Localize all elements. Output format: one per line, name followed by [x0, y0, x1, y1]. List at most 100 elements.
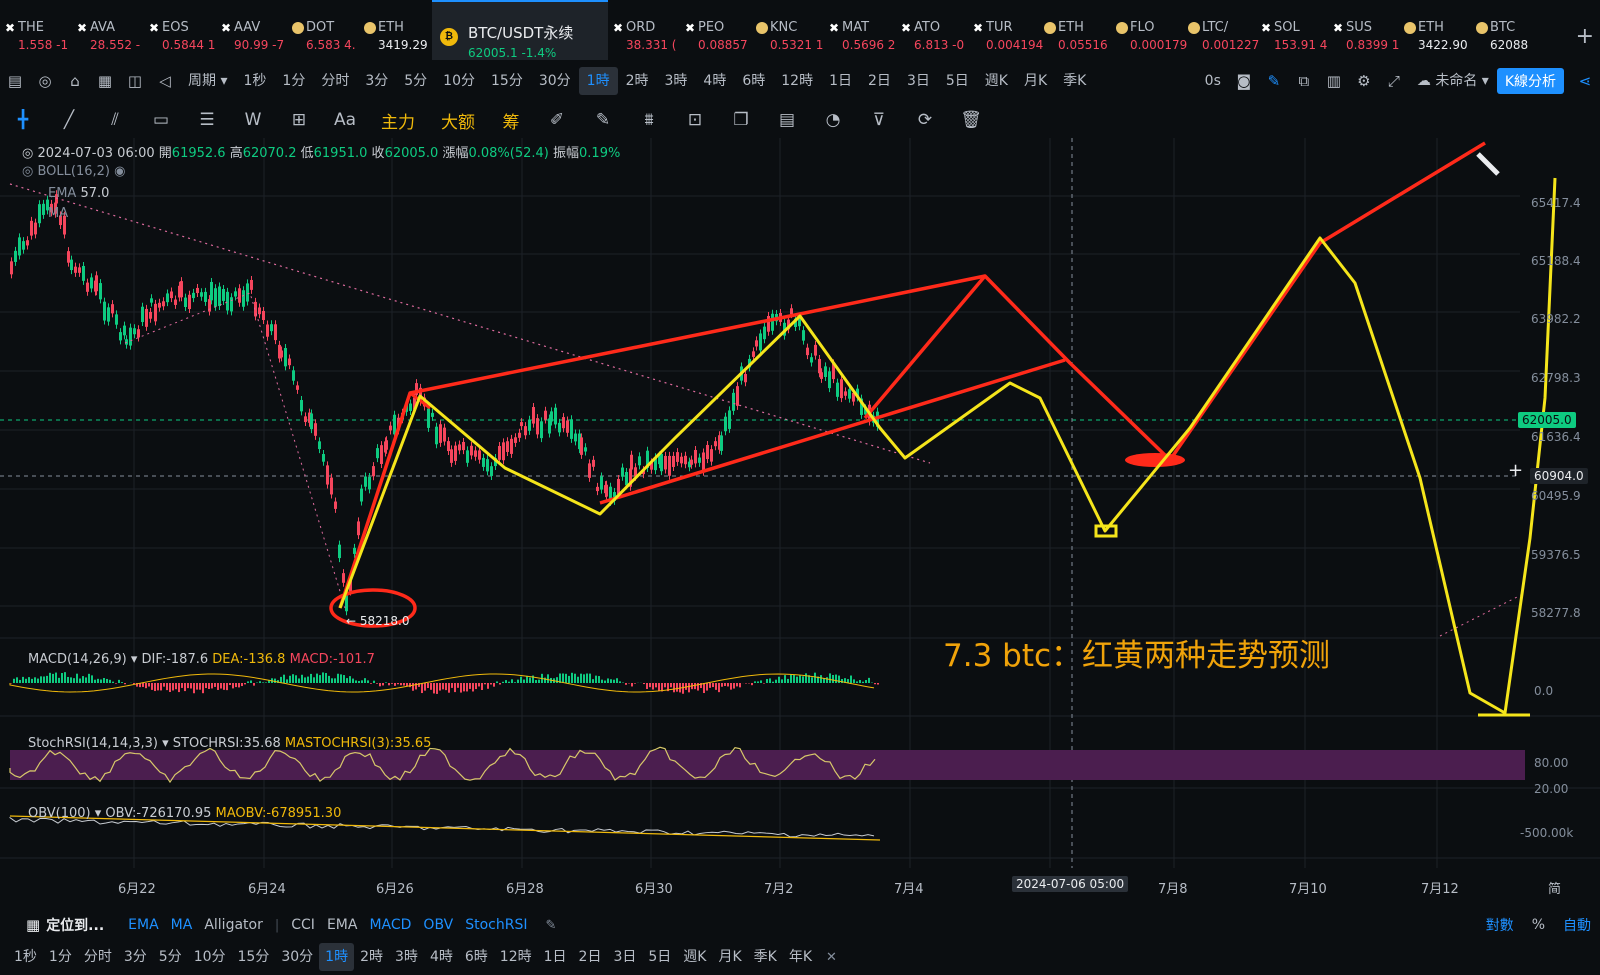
interval-14[interactable]: 1日 [821, 67, 860, 95]
fib-tool-icon[interactable]: ☰ [184, 110, 230, 130]
compare-tool-icon[interactable]: ⩩ [626, 110, 672, 130]
interval-19[interactable]: 月K [1016, 67, 1055, 95]
ticker-tab[interactable]: ✖ ORD 38.331 ( [608, 0, 680, 60]
interval-6[interactable]: 15分 [483, 67, 531, 95]
ticker-tab[interactable]: ✖ THE 1.558 -1 [0, 0, 72, 60]
channel-tool-icon[interactable]: ⫽ [92, 110, 138, 130]
period-dropdown[interactable]: 周期 ▾ [180, 67, 235, 95]
add-tab-button[interactable]: + [1576, 24, 1594, 49]
timeframe-11[interactable]: 4時 [424, 943, 459, 971]
timeframe-15[interactable]: 2日 [573, 943, 608, 971]
share-window-icon[interactable]: ⧉ [1289, 72, 1319, 90]
percent-scale-toggle[interactable]: % [1523, 917, 1554, 933]
timeframe-13[interactable]: 12時 [494, 943, 538, 971]
ticker-tab[interactable]: FLO 0.000179 [1112, 0, 1187, 60]
sync-tool-icon[interactable]: ⟳ [902, 110, 948, 130]
obv-legend[interactable]: OBV(100) ▾ OBV:-726170.95 MAOBV:-678951.… [28, 806, 341, 821]
share-icon[interactable]: ⋖ [1570, 72, 1600, 90]
auto-scale-toggle[interactable]: 自動 [1554, 915, 1600, 935]
ticker-tab[interactable]: ETH 3422.90 [1400, 0, 1472, 60]
pen-icon[interactable]: ✎ [1259, 72, 1289, 90]
timeframe-17[interactable]: 5日 [642, 943, 677, 971]
brush-tool-icon[interactable]: ✎ [580, 110, 626, 130]
rectangle-tool-icon[interactable]: ▭ [138, 110, 184, 130]
interval-12[interactable]: 6時 [734, 67, 773, 95]
settings-icon[interactable]: ⚙ [1349, 72, 1379, 90]
timeframe-0[interactable]: 1秒 [8, 943, 43, 971]
main-indicator-alligator[interactable]: Alligator [198, 917, 269, 933]
ticker-tab[interactable]: ✖ MAT 0.5696 2 [824, 0, 896, 60]
sub-indicator-cci[interactable]: CCI [285, 917, 321, 933]
edit-indicators-icon[interactable]: ✎ [533, 918, 568, 933]
ohlc-toggle-icon[interactable]: ◎ [22, 146, 33, 161]
timeframe-7[interactable]: 30分 [275, 943, 319, 971]
ticker-tab[interactable]: DOT 6.583 4. [288, 0, 360, 60]
calendar-locate-icon[interactable]: ▦ [0, 916, 46, 934]
log-scale-toggle[interactable]: 對數 [1477, 915, 1523, 935]
ticker-tab[interactable]: ✖ TUR 0.004194 [968, 0, 1043, 60]
magnet-tool-icon[interactable]: ◔ [810, 110, 856, 130]
timeframe-5[interactable]: 10分 [188, 943, 232, 971]
ticker-tab[interactable]: ✖ AVA 28.552 - [72, 0, 144, 60]
interval-8[interactable]: 1時 [578, 67, 618, 95]
trendline-tool-icon[interactable]: ╱ [46, 110, 92, 130]
main-force-tool[interactable]: 主力 [368, 108, 428, 133]
locate-to-button[interactable]: 定位到... [46, 915, 122, 935]
ticker-tab[interactable]: LTC/0.001227 [1184, 0, 1259, 60]
indicator-icon[interactable]: ◎ [30, 72, 60, 90]
timeframe-21[interactable]: 年K [783, 943, 818, 971]
timeframe-16[interactable]: 3日 [607, 943, 642, 971]
text-tool-icon[interactable]: Aa [322, 110, 368, 130]
simple-mode-toggle[interactable]: 简 [1548, 878, 1561, 897]
macd-legend[interactable]: MACD(14,26,9) ▾ DIF:-187.6 DEA:-136.8 MA… [28, 652, 375, 667]
copy-tool-icon[interactable]: ❐ [718, 110, 764, 130]
interval-18[interactable]: 週K [977, 67, 1016, 95]
replay-icon[interactable]: ◁ [150, 72, 180, 90]
sub-indicator-stochrsi[interactable]: StochRSI [459, 917, 533, 933]
boll-legend[interactable]: ◎ BOLL(16,2) ◉ [22, 164, 125, 179]
interval-10[interactable]: 3時 [657, 67, 696, 95]
interval-0[interactable]: 1秒 [235, 67, 274, 95]
camera-icon[interactable]: ◙ [1229, 72, 1259, 90]
ticker-tab[interactable]: ✖ ATO 6.813 -0 [896, 0, 968, 60]
interval-1[interactable]: 1分 [274, 67, 313, 95]
ticker-tab[interactable]: BTC 62088 [1472, 0, 1544, 60]
eye-icon[interactable]: ◉ [114, 164, 125, 179]
sub-indicator-obv[interactable]: OBV [417, 917, 459, 933]
timeframe-8[interactable]: 1時 [319, 943, 355, 971]
ema-legend[interactable]: EMA 57.0 [48, 186, 109, 201]
interval-16[interactable]: 3日 [899, 67, 938, 95]
timeframe-10[interactable]: 3時 [389, 943, 424, 971]
interval-4[interactable]: 5分 [396, 67, 435, 95]
timeframe-14[interactable]: 1日 [538, 943, 573, 971]
ticker-tab[interactable]: ✖ SUS 0.8399 1 [1328, 0, 1400, 60]
lock-tool-icon[interactable]: ⊡ [672, 110, 718, 130]
calendar-icon[interactable]: ▦ [90, 72, 120, 90]
big-amount-tool[interactable]: 大额 [428, 108, 488, 133]
ticker-tab[interactable]: ETH 0.05516 [1040, 0, 1112, 60]
home-icon[interactable]: ⌂ [60, 72, 90, 90]
crosshair-tool-icon[interactable]: ╋ [0, 110, 46, 130]
ticker-tab[interactable]: ETH 3419.29 [360, 0, 432, 60]
measure-tool-icon[interactable]: ⊞ [276, 110, 322, 130]
timeframe-18[interactable]: 週K [677, 943, 712, 971]
timeframe-19[interactable]: 月K [712, 943, 747, 971]
kline-analysis-button[interactable]: K線分析 [1496, 68, 1564, 94]
interval-2[interactable]: 分时 [313, 67, 357, 95]
sub-indicator-macd[interactable]: MACD [363, 917, 417, 933]
ticker-tab[interactable]: ✖ AAV 90.99 -7 [216, 0, 288, 60]
ticker-tab[interactable]: ✖ PEO 0.08857 [680, 0, 752, 60]
interval-17[interactable]: 5日 [938, 67, 977, 95]
interval-15[interactable]: 2日 [860, 67, 899, 95]
interval-3[interactable]: 3分 [357, 67, 396, 95]
kline-chart[interactable] [0, 138, 1600, 908]
interval-7[interactable]: 30分 [531, 67, 579, 95]
chart-type-icon[interactable]: ▤ [0, 72, 30, 90]
interval-20[interactable]: 季K [1055, 67, 1094, 95]
timeframe-2[interactable]: 分时 [78, 943, 118, 971]
filter-tool-icon[interactable]: ⊽ [856, 110, 902, 130]
timeframe-6[interactable]: 15分 [232, 943, 276, 971]
timeframe-4[interactable]: 5分 [153, 943, 188, 971]
main-indicator-ma[interactable]: MA [165, 917, 199, 933]
interval-11[interactable]: 4時 [695, 67, 734, 95]
